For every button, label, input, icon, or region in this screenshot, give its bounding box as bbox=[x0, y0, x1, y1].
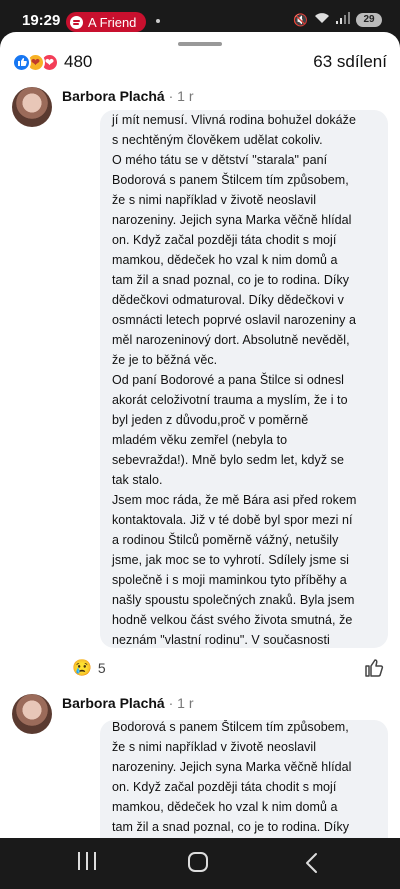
recent-apps-button[interactable] bbox=[78, 852, 96, 872]
status-icons: 🔇 29 bbox=[293, 12, 382, 27]
comment-bubble[interactable]: jí mít nemusí. Vlivná rodina bohužel dok… bbox=[100, 110, 388, 648]
like-icon bbox=[12, 52, 31, 72]
media-pill[interactable]: A Friend bbox=[66, 12, 146, 32]
back-button[interactable] bbox=[302, 852, 322, 874]
comment-author[interactable]: Barbora Plachá bbox=[62, 88, 165, 104]
comments-sheet: ❤ ❤ 480 63 sdílení Barbora Plachá · 1 r … bbox=[0, 32, 400, 838]
battery-indicator: 29 bbox=[356, 12, 382, 27]
shares-count[interactable]: 63 sdílení bbox=[313, 52, 387, 72]
media-pill-label: A Friend bbox=[88, 14, 137, 30]
wifi-icon bbox=[314, 12, 330, 27]
mute-icon: 🔇 bbox=[293, 12, 308, 27]
comment-reactions[interactable]: 😢 5 bbox=[72, 658, 106, 678]
system-nav-bar bbox=[0, 838, 400, 889]
like-button-icon[interactable] bbox=[364, 658, 384, 678]
notification-dot bbox=[156, 19, 160, 23]
comment-reaction-count: 5 bbox=[97, 660, 106, 676]
comment-text: jí mít nemusí. Vlivná rodina bohužel dok… bbox=[112, 113, 357, 647]
comment-time: · 1 r bbox=[168, 695, 194, 711]
comment-time: · 1 r bbox=[168, 88, 194, 104]
comment-text: Bodorová s panem Štilcem tím způsobem, ž… bbox=[112, 720, 352, 834]
post-reactions[interactable]: ❤ ❤ 480 bbox=[12, 52, 92, 72]
comment-bubble[interactable]: Bodorová s panem Štilcem tím způsobem, ž… bbox=[100, 720, 388, 838]
spotify-icon bbox=[70, 15, 83, 29]
avatar[interactable] bbox=[12, 87, 52, 127]
comment-header: Barbora Plachá · 1 r bbox=[62, 695, 194, 711]
status-time: 19:29 bbox=[22, 12, 61, 29]
comment-author[interactable]: Barbora Plachá bbox=[62, 695, 165, 711]
home-button[interactable] bbox=[188, 852, 208, 872]
reaction-count: 480 bbox=[64, 52, 93, 71]
sad-reaction-icon: 😢 bbox=[72, 660, 92, 677]
comment-header: Barbora Plachá · 1 r bbox=[62, 88, 194, 104]
signal-icon bbox=[336, 12, 350, 27]
sheet-grabber[interactable] bbox=[178, 42, 222, 46]
avatar[interactable] bbox=[12, 694, 52, 734]
